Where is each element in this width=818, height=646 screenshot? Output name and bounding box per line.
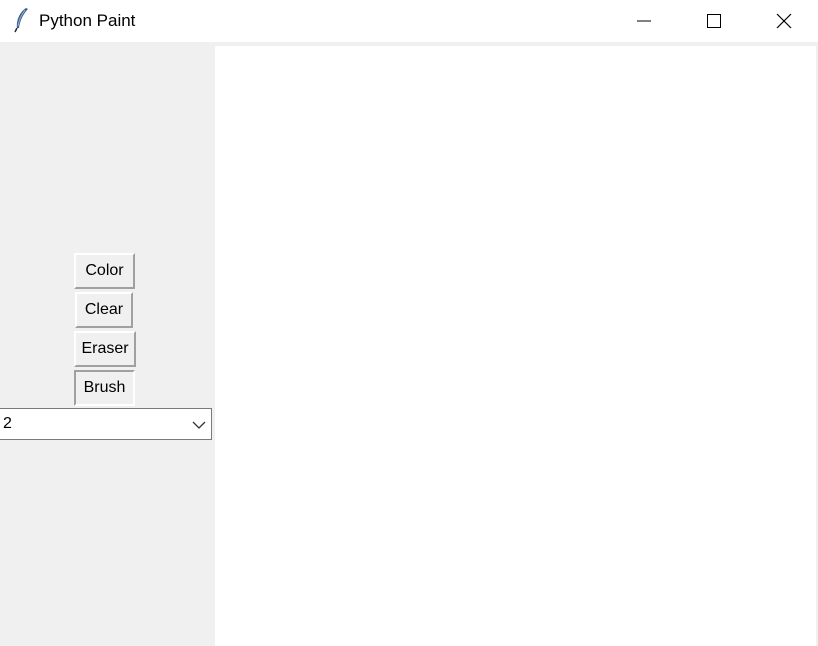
minimize-button[interactable] bbox=[609, 0, 679, 42]
tool-panel: Color Clear Eraser Brush 2 bbox=[0, 46, 215, 646]
drawing-canvas[interactable] bbox=[215, 46, 816, 646]
minimize-icon bbox=[637, 20, 651, 22]
window-title: Python Paint bbox=[39, 11, 136, 30]
feather-icon bbox=[14, 8, 28, 33]
title-bar[interactable]: Python Paint bbox=[0, 0, 818, 42]
chevron-down-icon[interactable] bbox=[191, 417, 207, 433]
maximize-button[interactable] bbox=[679, 0, 749, 42]
maximize-icon bbox=[707, 14, 721, 28]
eraser-button[interactable]: Eraser bbox=[74, 331, 136, 367]
close-icon bbox=[776, 13, 792, 29]
app-window: Python Paint Color Clear Eraser Brush 2 bbox=[0, 0, 818, 646]
close-button[interactable] bbox=[749, 0, 818, 42]
brush-button[interactable]: Brush bbox=[74, 370, 135, 406]
color-button[interactable]: Color bbox=[74, 253, 135, 289]
brush-size-combobox[interactable]: 2 bbox=[0, 408, 212, 440]
brush-size-value: 2 bbox=[3, 415, 12, 432]
clear-button[interactable]: Clear bbox=[75, 292, 133, 328]
